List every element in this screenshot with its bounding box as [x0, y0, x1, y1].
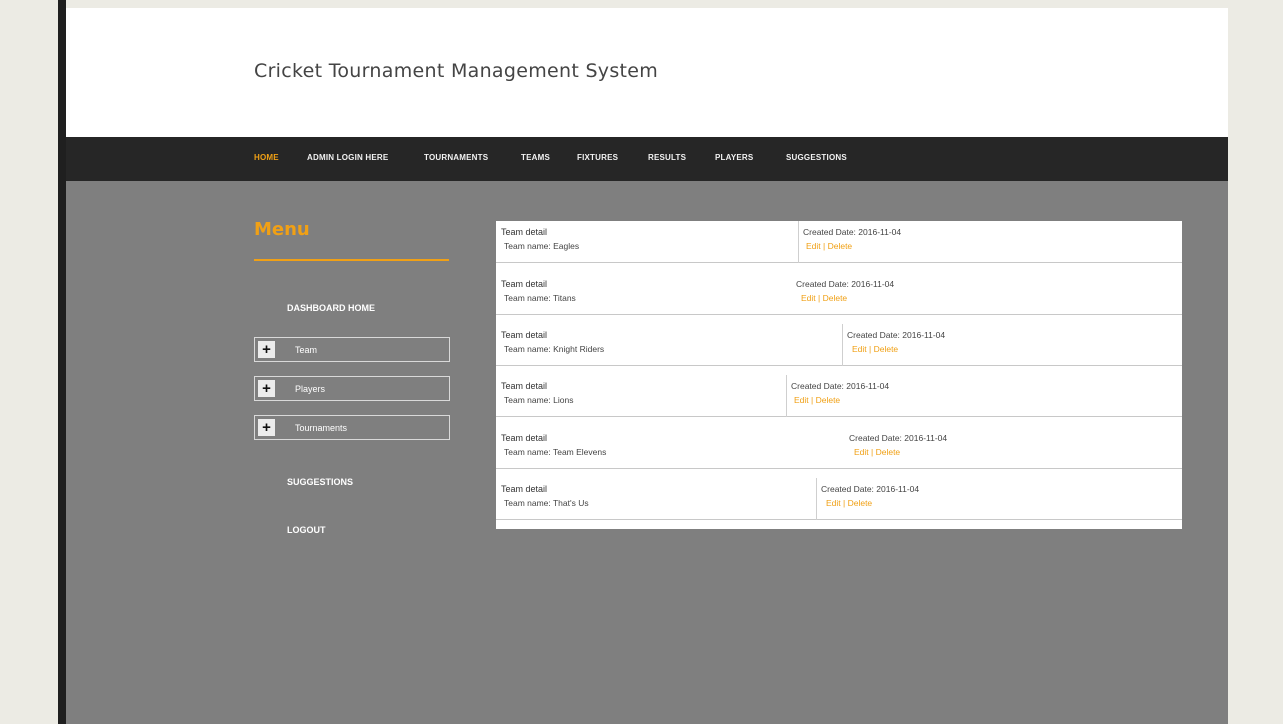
- delete-link[interactable]: Delete: [874, 344, 899, 354]
- team-row: Team detail Team name: That's Us Created…: [496, 478, 1182, 520]
- delete-link[interactable]: Delete: [816, 395, 841, 405]
- team-row: Team detail Team name: Team Elevens Crea…: [496, 427, 1182, 469]
- edit-link[interactable]: Edit: [801, 293, 816, 303]
- plus-icon: +: [258, 419, 275, 436]
- team-name: Team name: That's Us: [504, 498, 589, 508]
- site-title: Cricket Tournament Management System: [254, 60, 659, 82]
- column-divider: [798, 221, 799, 263]
- team-detail-title: Team detail: [501, 227, 548, 237]
- team-detail-title: Team detail: [501, 381, 548, 391]
- row-actions: Edit | Delete: [801, 293, 847, 303]
- team-name: Team name: Team Elevens: [504, 447, 607, 457]
- dashboard-home-link[interactable]: DASHBOARD HOME: [287, 303, 375, 313]
- edit-link[interactable]: Edit: [854, 447, 869, 457]
- delete-link[interactable]: Delete: [876, 447, 901, 457]
- team-name: Team name: Eagles: [504, 241, 580, 251]
- column-divider: [786, 375, 787, 417]
- nav-teams[interactable]: TEAMS: [521, 153, 550, 162]
- team-row: Team detail Team name: Eagles Created Da…: [496, 221, 1182, 263]
- nav-results[interactable]: RESULTS: [648, 153, 686, 162]
- created-date: Created Date: 2016-11-04: [849, 433, 948, 443]
- action-separator: |: [820, 241, 828, 251]
- row-actions: Edit | Delete: [854, 447, 900, 457]
- row-actions: Edit | Delete: [826, 498, 872, 508]
- menu-divider: [254, 259, 449, 261]
- action-separator: |: [815, 293, 823, 303]
- action-separator: |: [840, 498, 848, 508]
- accordion-label: Tournaments: [295, 423, 348, 433]
- team-name: Team name: Knight Riders: [504, 344, 605, 354]
- team-detail-title: Team detail: [501, 433, 548, 443]
- site-header: Cricket Tournament Management System: [66, 8, 1228, 137]
- edit-link[interactable]: Edit: [826, 498, 841, 508]
- delete-link[interactable]: Delete: [848, 498, 873, 508]
- players-accordion[interactable]: + Players: [254, 376, 450, 401]
- nav-suggestions[interactable]: SUGGESTIONS: [786, 153, 847, 162]
- team-row: Team detail Team name: Knight Riders Cre…: [496, 324, 1182, 366]
- team-detail-title: Team detail: [501, 484, 548, 494]
- team-detail-title: Team detail: [501, 330, 548, 340]
- team-detail-title: Team detail: [501, 279, 548, 289]
- action-separator: |: [868, 447, 876, 457]
- suggestions-link[interactable]: SUGGESTIONS: [287, 477, 353, 487]
- action-separator: |: [866, 344, 874, 354]
- page: Cricket Tournament Management System HOM…: [66, 8, 1228, 724]
- row-actions: Edit | Delete: [794, 395, 840, 405]
- row-actions: Edit | Delete: [806, 241, 852, 251]
- column-divider: [842, 324, 843, 366]
- team-accordion[interactable]: + Team: [254, 337, 450, 362]
- tournaments-accordion[interactable]: + Tournaments: [254, 415, 450, 440]
- delete-link[interactable]: Delete: [828, 241, 853, 251]
- created-date: Created Date: 2016-11-04: [791, 381, 890, 391]
- nav-players[interactable]: PLAYERS: [715, 153, 753, 162]
- plus-icon: +: [258, 341, 275, 358]
- accordion-label: Players: [295, 384, 326, 394]
- menu-heading: Menu: [254, 219, 310, 240]
- team-row: Team detail Team name: Titans Created Da…: [496, 273, 1182, 315]
- edit-link[interactable]: Edit: [806, 241, 821, 251]
- team-row: Team detail Team name: Lions Created Dat…: [496, 375, 1182, 417]
- created-date: Created Date: 2016-11-04: [796, 279, 895, 289]
- created-date: Created Date: 2016-11-04: [821, 484, 920, 494]
- edit-link[interactable]: Edit: [794, 395, 809, 405]
- nav-home[interactable]: HOME: [254, 153, 279, 162]
- team-list: Team detail Team name: Eagles Created Da…: [496, 221, 1182, 529]
- left-border: [58, 0, 66, 724]
- team-name: Team name: Lions: [504, 395, 574, 405]
- plus-icon: +: [258, 380, 275, 397]
- edit-link[interactable]: Edit: [852, 344, 867, 354]
- nav-admin-login[interactable]: ADMIN LOGIN HERE: [307, 153, 388, 162]
- created-date: Created Date: 2016-11-04: [803, 227, 902, 237]
- accordion-label: Team: [295, 345, 318, 355]
- team-name: Team name: Titans: [504, 293, 576, 303]
- nav-fixtures[interactable]: FIXTURES: [577, 153, 618, 162]
- nav-tournaments[interactable]: TOURNAMENTS: [424, 153, 488, 162]
- column-divider: [816, 478, 817, 520]
- action-separator: |: [808, 395, 816, 405]
- logout-link[interactable]: LOGOUT: [287, 525, 326, 535]
- nav-bar: HOME ADMIN LOGIN HERE TOURNAMENTS TEAMS …: [66, 137, 1228, 181]
- created-date: Created Date: 2016-11-04: [847, 330, 946, 340]
- row-actions: Edit | Delete: [852, 344, 898, 354]
- delete-link[interactable]: Delete: [823, 293, 848, 303]
